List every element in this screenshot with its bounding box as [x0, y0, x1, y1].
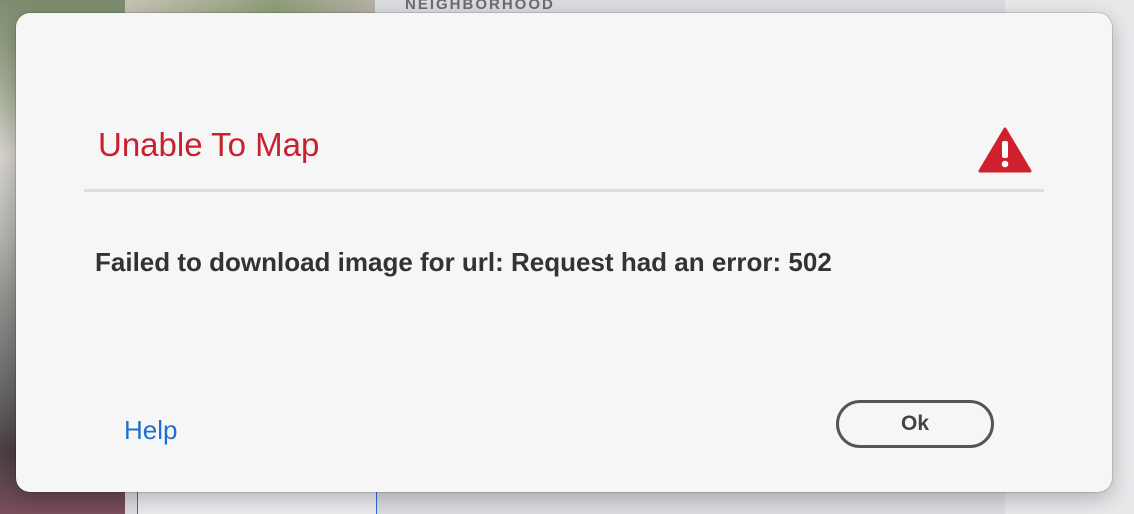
background-section-heading: NEIGHBORHOOD	[405, 0, 555, 13]
warning-icon	[978, 127, 1032, 173]
help-link[interactable]: Help	[124, 413, 177, 447]
background-photo-top	[125, 0, 375, 14]
error-message: Failed to download image for url: Reques…	[95, 247, 832, 277]
error-dialog: Unable To Map Failed to download image f…	[16, 13, 1112, 492]
title-divider	[84, 189, 1044, 192]
background-selected-item	[137, 490, 377, 514]
ok-button[interactable]: Ok	[836, 400, 994, 448]
dialog-title: Unable To Map	[98, 126, 320, 163]
